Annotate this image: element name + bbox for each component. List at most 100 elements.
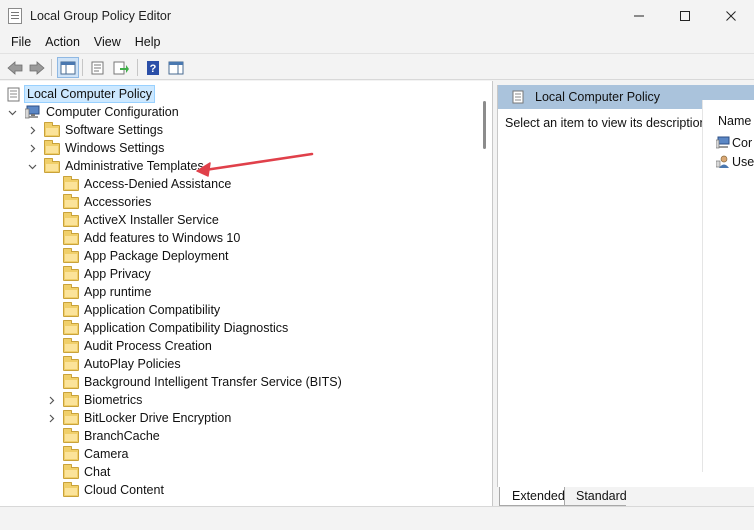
tree-item-administrative-templates[interactable]: Administrative Templates — [0, 157, 476, 175]
console-tree-icon — [60, 61, 76, 74]
back-button[interactable] — [4, 57, 26, 78]
tree-item-template[interactable]: Audit Process Creation — [0, 337, 476, 355]
tree-item-label: Biometrics — [84, 393, 143, 407]
scrollbar-thumb[interactable] — [483, 101, 486, 149]
tree-item-template[interactable]: Biometrics — [0, 391, 476, 409]
show-hide-tree-button[interactable] — [57, 57, 79, 78]
tree-item-template[interactable]: Add features to Windows 10 — [0, 229, 476, 247]
tree-item-windows-settings[interactable]: Windows Settings — [0, 139, 476, 157]
folder-icon — [63, 446, 79, 461]
window-title: Local Group Policy Editor — [30, 9, 172, 23]
tree-item-label: AutoPlay Policies — [84, 357, 181, 371]
list-item-label: Use — [732, 155, 754, 169]
forward-arrow-icon — [29, 60, 45, 75]
help-button[interactable]: ? — [142, 57, 164, 78]
folder-icon — [44, 158, 60, 173]
properties-button[interactable] — [87, 57, 109, 78]
folder-icon — [63, 266, 79, 281]
policy-document-icon — [7, 87, 23, 102]
tree-item-software-settings[interactable]: Software Settings — [0, 121, 476, 139]
horizontal-scrollbar[interactable] — [0, 506, 754, 530]
list-item-label: Cor — [732, 136, 753, 150]
toolbar-separator — [137, 59, 138, 76]
menu-file[interactable]: File — [4, 32, 38, 52]
tree-vertical-scrollbar[interactable] — [477, 81, 492, 506]
details-pane: Local Computer Policy Select an item to … — [497, 85, 754, 487]
show-hide-action-pane-button[interactable] — [165, 57, 187, 78]
forward-button[interactable] — [26, 57, 48, 78]
column-header-name[interactable]: Name — [718, 114, 751, 128]
folder-icon — [63, 392, 79, 407]
chevron-right-icon[interactable] — [26, 142, 38, 154]
list-item-user-configuration[interactable]: Use — [715, 155, 754, 169]
tree-item-template[interactable]: App Package Deployment — [0, 247, 476, 265]
tree-item-template[interactable]: Background Intelligent Transfer Service … — [0, 373, 476, 391]
policy-editor-app-icon — [8, 8, 22, 24]
chevron-right-icon[interactable] — [26, 124, 38, 136]
folder-icon — [63, 338, 79, 353]
folder-icon — [63, 320, 79, 335]
console-tree: Local Computer Policy Computer Configura… — [0, 81, 493, 506]
tree-item-label: App runtime — [84, 285, 152, 299]
tree-item-template[interactable]: Access-Denied Assistance — [0, 175, 476, 193]
tree-item-template[interactable]: App runtime — [0, 283, 476, 301]
toolbar-separator — [82, 59, 83, 76]
details-description: Select an item to view its description. — [505, 116, 710, 130]
tree-item-label: App Privacy — [84, 267, 151, 281]
computer-icon — [715, 136, 730, 149]
menu-action[interactable]: Action — [38, 32, 87, 52]
folder-icon — [63, 428, 79, 443]
export-list-button[interactable] — [110, 57, 132, 78]
menu-view[interactable]: View — [87, 32, 128, 52]
details-header-title: Local Computer Policy — [535, 90, 661, 104]
tree-item-template[interactable]: ActiveX Installer Service — [0, 211, 476, 229]
action-pane-icon — [168, 61, 184, 74]
folder-icon — [44, 140, 60, 155]
menu-help[interactable]: Help — [128, 32, 168, 52]
toolbar: ? — [0, 53, 754, 80]
tree-item-template[interactable]: AutoPlay Policies — [0, 355, 476, 373]
chevron-down-icon[interactable] — [26, 160, 38, 172]
tree-item-template[interactable]: App Privacy — [0, 265, 476, 283]
tab-standard[interactable]: Standard — [564, 487, 627, 506]
tree-item-label: Application Compatibility Diagnostics — [84, 321, 289, 335]
folder-icon — [63, 464, 79, 479]
tree-item-template[interactable]: Application Compatibility — [0, 301, 476, 319]
tree-item-computer-configuration[interactable]: Computer Configuration — [0, 103, 476, 121]
tab-extended[interactable]: Extended — [499, 487, 565, 506]
tree-item-template[interactable]: Application Compatibility Diagnostics — [0, 319, 476, 337]
close-button[interactable] — [708, 0, 754, 32]
tree-item-template[interactable]: Chat — [0, 463, 476, 481]
tree-item-local-computer-policy[interactable]: Local Computer Policy — [0, 85, 476, 103]
user-icon — [715, 155, 730, 168]
list-item-computer-configuration[interactable]: Cor — [715, 136, 753, 150]
folder-icon — [63, 410, 79, 425]
policy-document-icon — [512, 90, 525, 107]
help-icon: ? — [147, 60, 159, 75]
folder-icon — [63, 194, 79, 209]
folder-icon — [63, 176, 79, 191]
folder-icon — [63, 374, 79, 389]
maximize-button[interactable] — [662, 0, 708, 32]
tree-item-template[interactable]: Camera — [0, 445, 476, 463]
tree-item-template[interactable]: BranchCache — [0, 427, 476, 445]
chevron-down-icon[interactable] — [6, 106, 18, 118]
tree-item-template[interactable]: Accessories — [0, 193, 476, 211]
tree-item-label: Access-Denied Assistance — [84, 177, 232, 191]
computer-icon — [24, 105, 41, 119]
maximize-icon — [680, 11, 690, 21]
tree-item-label: Camera — [84, 447, 129, 461]
tree-item-label: BitLocker Drive Encryption — [84, 411, 232, 425]
tree-item-label: Software Settings — [65, 123, 163, 137]
minimize-button[interactable] — [616, 0, 662, 32]
tree-item-label: BranchCache — [84, 429, 160, 443]
title-bar: Local Group Policy Editor — [0, 0, 754, 32]
folder-icon — [63, 356, 79, 371]
toolbar-separator — [51, 59, 52, 76]
tree-item-label: Application Compatibility — [84, 303, 221, 317]
chevron-right-icon[interactable] — [45, 394, 57, 406]
chevron-right-icon[interactable] — [45, 412, 57, 424]
tree-item-template[interactable]: BitLocker Drive Encryption — [0, 409, 476, 427]
menu-bar: File Action View Help — [0, 32, 754, 52]
tree-item-template[interactable]: Cloud Content — [0, 481, 476, 499]
